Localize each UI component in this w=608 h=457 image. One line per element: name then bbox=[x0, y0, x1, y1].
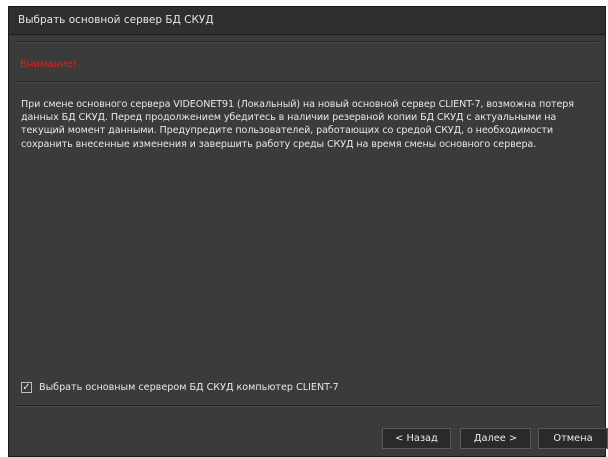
title-bar: Выбрать основной сервер БД СКУД bbox=[9, 7, 605, 35]
cancel-button[interactable]: Отмена bbox=[538, 428, 608, 449]
top-divider bbox=[15, 41, 599, 42]
set-main-server-option[interactable]: ✓ Выбрать основным сервером БД СКУД комп… bbox=[21, 382, 339, 393]
back-button[interactable]: < Назад bbox=[382, 428, 451, 449]
select-main-server-dialog: Выбрать основной сервер БД СКУД Внимание… bbox=[8, 6, 608, 457]
set-main-server-label[interactable]: Выбрать основным сервером БД СКУД компью… bbox=[39, 382, 339, 393]
dialog-title: Выбрать основной сервер БД СКУД bbox=[18, 14, 214, 26]
next-button[interactable]: Далее > bbox=[460, 428, 531, 449]
warning-divider bbox=[15, 81, 599, 82]
set-main-server-checkbox[interactable]: ✓ bbox=[21, 382, 32, 393]
warning-message: При смене основного сервера VIDEONET91 (… bbox=[21, 99, 574, 150]
warning-label: Внимание! bbox=[20, 59, 77, 70]
bottom-divider bbox=[15, 405, 599, 406]
